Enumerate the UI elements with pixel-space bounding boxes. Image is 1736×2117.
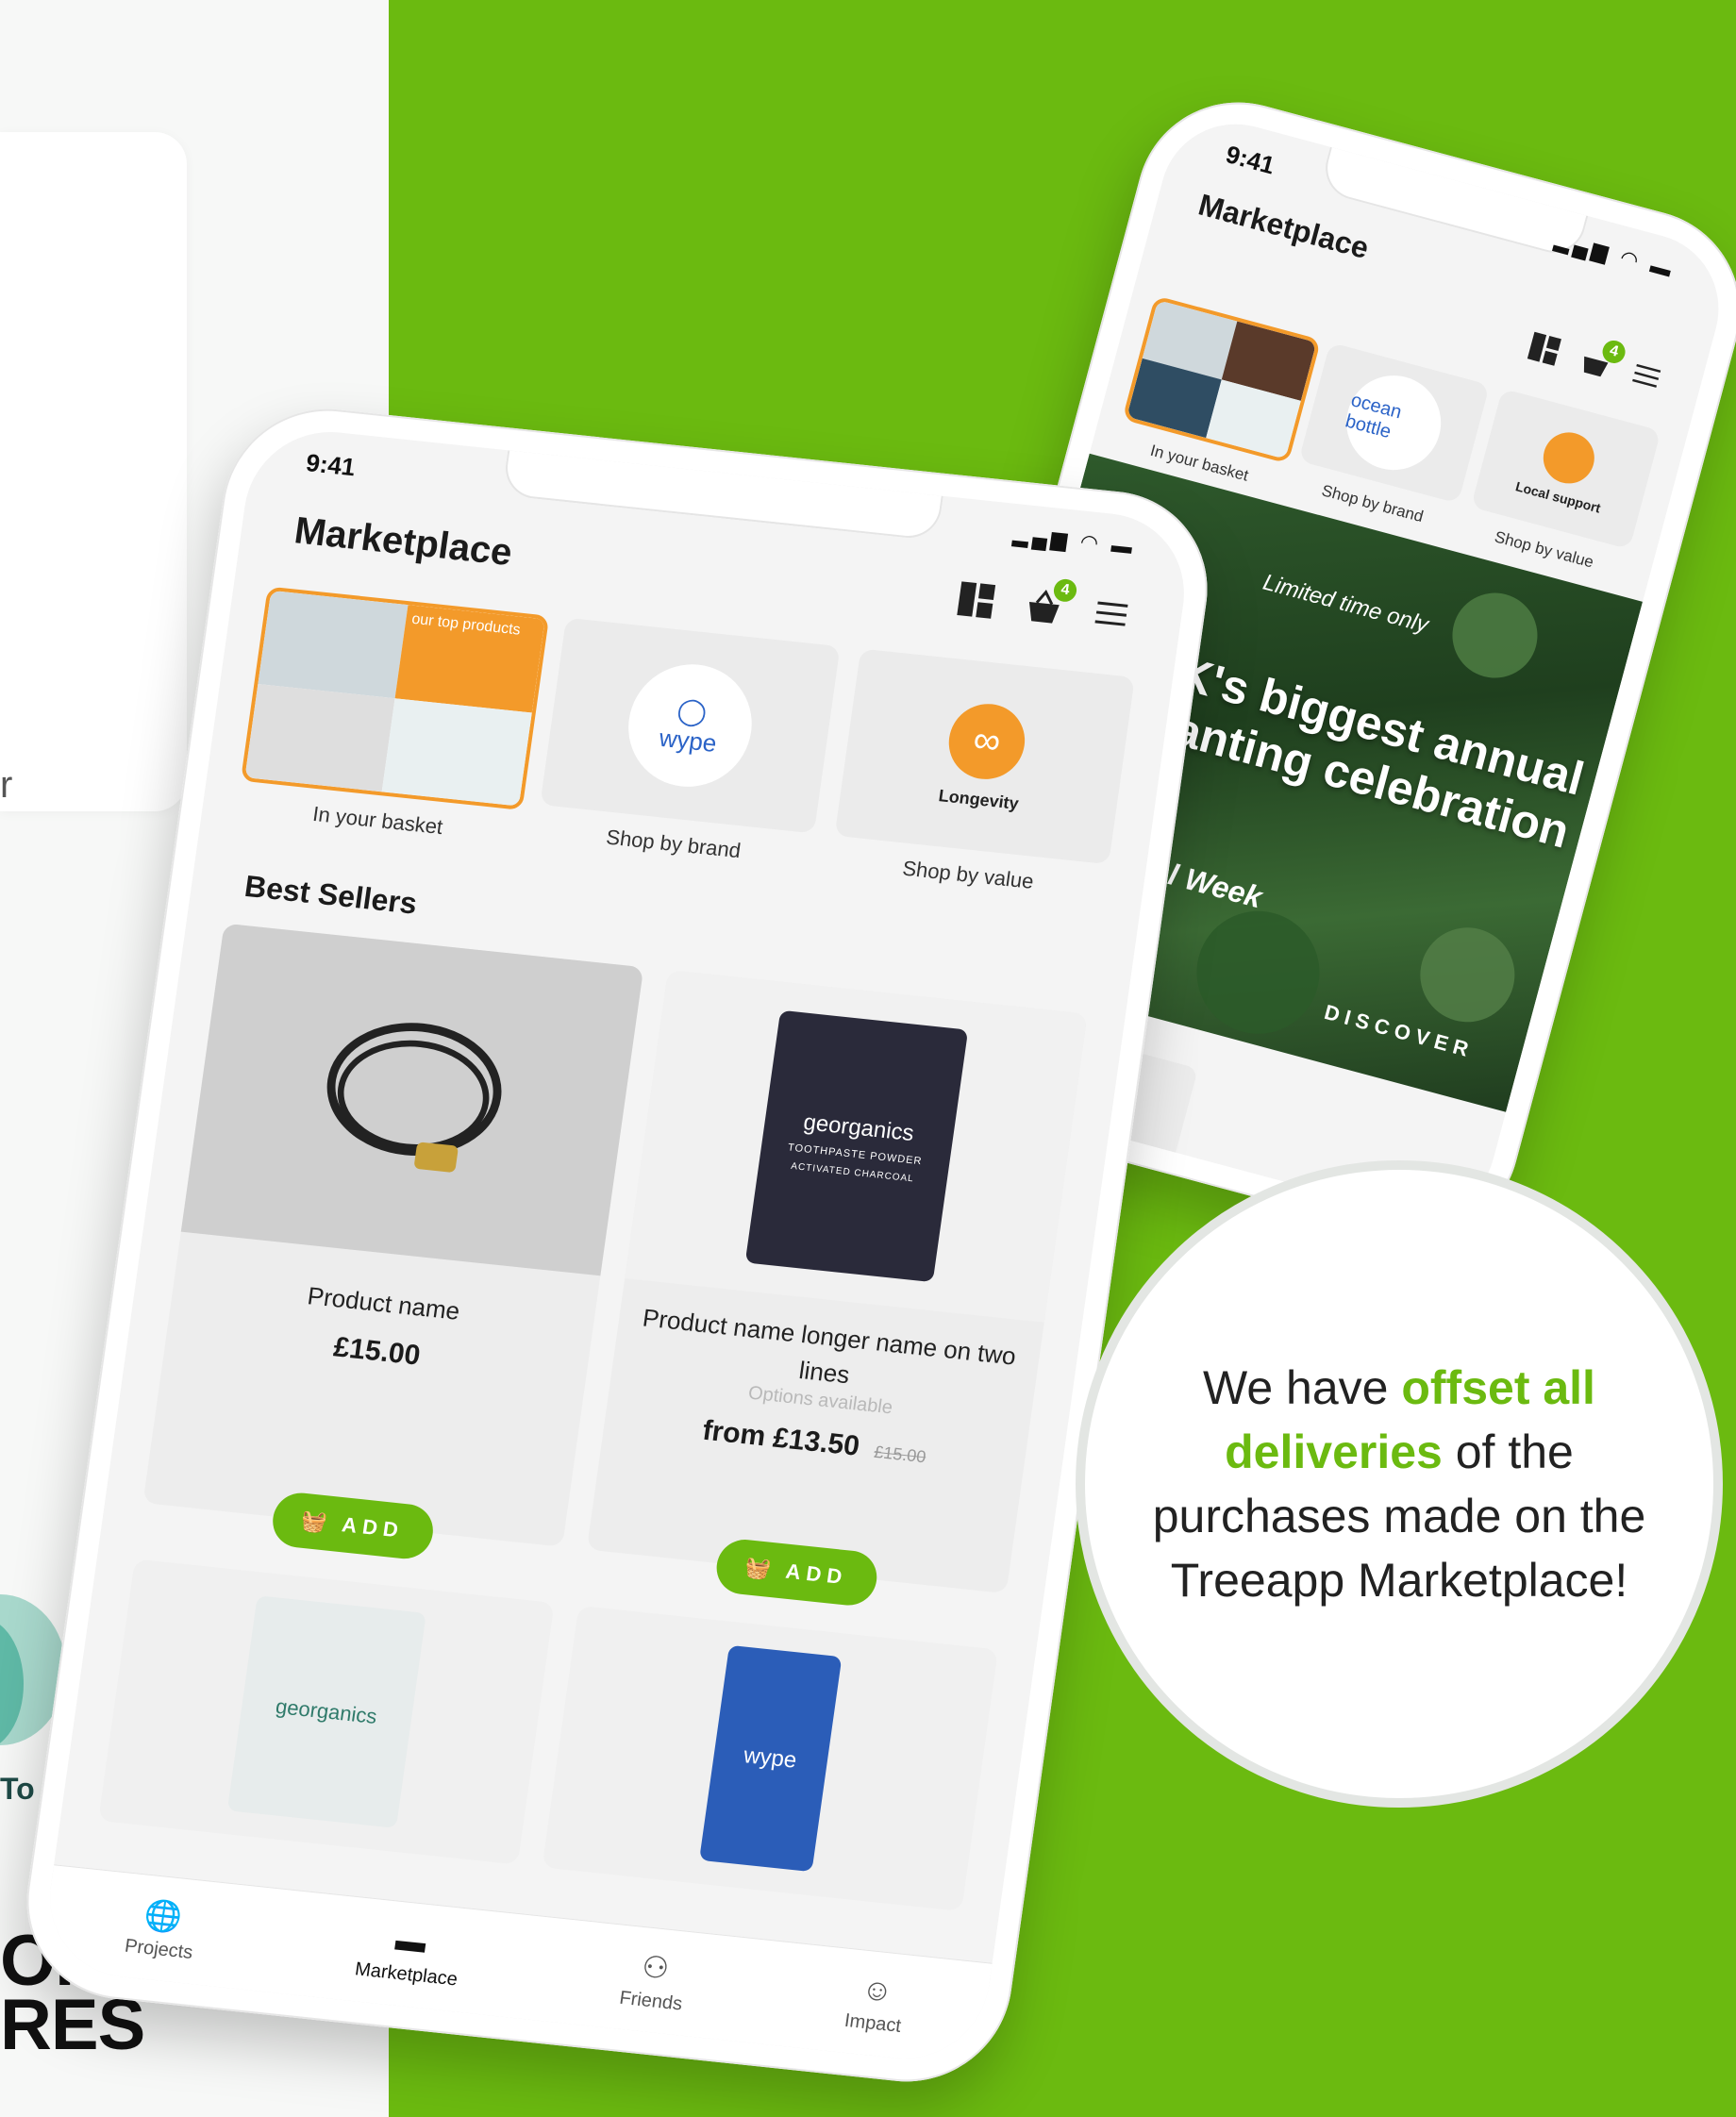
basket-button[interactable]: 4 — [1020, 577, 1078, 629]
tile-shop-by-brand[interactable]: ◯ wype Shop by brand — [532, 617, 841, 890]
wype-logo: ◯ wype — [620, 658, 760, 793]
collage-img — [244, 683, 395, 792]
tile-label: In your basket — [310, 801, 444, 840]
tile-label: Shop by brand — [604, 825, 743, 863]
product-price: £15.00 — [331, 1331, 423, 1372]
product-price: from £13.50 — [700, 1414, 862, 1462]
product-grid-row2: georganics wype — [98, 1559, 999, 1912]
tile-shop-by-value[interactable]: Local support Shop by value — [1461, 388, 1661, 586]
smiley-icon: ☺ — [860, 1971, 895, 2009]
status-time: 9:41 — [1223, 140, 1278, 180]
brand-tile-box: ocean bottle — [1298, 342, 1490, 504]
tile-shop-by-value[interactable]: ∞ Longevity Shop by value — [826, 648, 1135, 921]
bracelet-icon — [326, 1023, 501, 1173]
value-tile-box: ∞ Longevity — [834, 648, 1135, 865]
product-price-row: from £13.50 £15.00 — [700, 1415, 928, 1471]
store-icon: ▬ — [393, 1922, 428, 1959]
tab-label: Impact — [843, 2009, 903, 2037]
jar-image: georganics — [226, 1595, 426, 1828]
infinity-icon: ∞ — [943, 699, 1030, 783]
add-button-label: ADD — [784, 1559, 849, 1590]
basket-icon: 🧺 — [743, 1555, 778, 1582]
partner-wordmark-line2: RES — [0, 1985, 145, 2065]
left-card: r — [0, 132, 187, 811]
tile-in-your-basket[interactable]: our top products In your basket — [238, 586, 550, 858]
product-name: Product name — [306, 1281, 462, 1325]
product-image — [180, 923, 644, 1276]
collage-img — [258, 590, 409, 699]
bottle-brand: wype — [742, 1742, 799, 1774]
jar-brand: georganics — [274, 1693, 379, 1729]
tab-marketplace[interactable]: ▬ Marketplace — [354, 1919, 465, 1992]
callout-text: We have offset all deliveries of the pur… — [1085, 1356, 1713, 1612]
product-image: georganics TOOTHPASTE POWDER ACTIVATED C… — [625, 970, 1088, 1323]
status-icons: ▂▄▆ ◠ ▬ — [1552, 227, 1678, 283]
tile-label: Shop by value — [901, 856, 1036, 893]
basket-collage — [1122, 295, 1322, 464]
status-icons: ▂▄▆ ◠ ▬ — [1011, 522, 1138, 559]
tab-label: Friends — [618, 1987, 684, 2015]
collage-promo: our top products — [394, 605, 545, 713]
collage-img — [381, 698, 532, 807]
status-time: 9:41 — [304, 448, 358, 482]
layout-icon[interactable] — [953, 577, 1000, 623]
friends-icon: ⚇ — [640, 1948, 672, 1986]
tab-label: Marketplace — [353, 1959, 459, 1991]
ocean-bottle-logo: ocean bottle — [1336, 364, 1452, 481]
tile-in-your-basket[interactable]: In your basket — [1117, 295, 1322, 493]
tab-projects[interactable]: 🌐 Projects — [124, 1894, 200, 1964]
page-title: Marketplace — [292, 509, 515, 575]
front-phone-screen: 9:41 ▂▄▆ ◠ ▬ Marketplace 4 our top produ… — [39, 424, 1195, 2067]
bottle-image: wype — [698, 1644, 842, 1873]
jar-brand: georganics — [801, 1109, 916, 1146]
value-name: Longevity — [937, 785, 1021, 813]
add-to-basket-button[interactable]: 🧺 ADD — [268, 1490, 437, 1561]
product-card[interactable]: Product name £15.00 🧺 ADD — [142, 923, 644, 1561]
basket-collage: our top products — [240, 586, 550, 810]
tile-shop-by-brand[interactable]: ocean bottle Shop by brand — [1289, 342, 1490, 540]
menu-icon[interactable] — [1088, 592, 1135, 637]
brand-name: wype — [657, 723, 719, 758]
brand-tile-box: ◯ wype — [540, 617, 841, 834]
callout-text-before: We have — [1203, 1361, 1402, 1414]
people-icon — [1537, 426, 1600, 490]
jar-image: georganics TOOTHPASTE POWDER ACTIVATED C… — [744, 1009, 968, 1283]
header-actions: 4 — [953, 577, 1135, 637]
value-name: Local support — [1513, 478, 1603, 516]
category-tiles: our top products In your basket ◯ wype S… — [238, 586, 1135, 921]
header-actions: 4 — [1524, 328, 1667, 397]
add-to-basket-button[interactable]: 🧺 ADD — [712, 1537, 880, 1609]
product-image[interactable]: wype — [542, 1605, 999, 1912]
product-image[interactable]: georganics — [98, 1559, 555, 1865]
layout-icon[interactable] — [1524, 328, 1565, 370]
product-grid: Product name £15.00 🧺 ADD georganics TOO… — [142, 923, 1088, 1609]
product-old-price: £15.00 — [873, 1442, 927, 1467]
basket-icon: 🧺 — [299, 1508, 335, 1535]
basket-button[interactable]: 4 — [1575, 338, 1628, 383]
product-card[interactable]: georganics TOOTHPASTE POWDER ACTIVATED C… — [586, 970, 1088, 1609]
callout-bubble: We have offset all deliveries of the pur… — [1076, 1160, 1723, 1808]
add-button-label: ADD — [340, 1512, 406, 1542]
jar-variant: ACTIVATED CHARCOAL — [790, 1160, 915, 1184]
value-tile-box: Local support — [1470, 388, 1661, 550]
page-title: Marketplace — [1194, 187, 1373, 266]
wype-drop-icon: ◯ — [675, 694, 709, 727]
left-card-partial-text: r — [0, 764, 13, 806]
section-title: Best Sellers — [242, 868, 420, 921]
tab-friends[interactable]: ⚇ Friends — [618, 1946, 690, 2015]
tab-impact[interactable]: ☺ Impact — [843, 1970, 909, 2038]
globe-icon: 🌐 — [142, 1896, 185, 1935]
menu-icon[interactable] — [1626, 356, 1667, 397]
tab-label: Projects — [123, 1935, 194, 1963]
